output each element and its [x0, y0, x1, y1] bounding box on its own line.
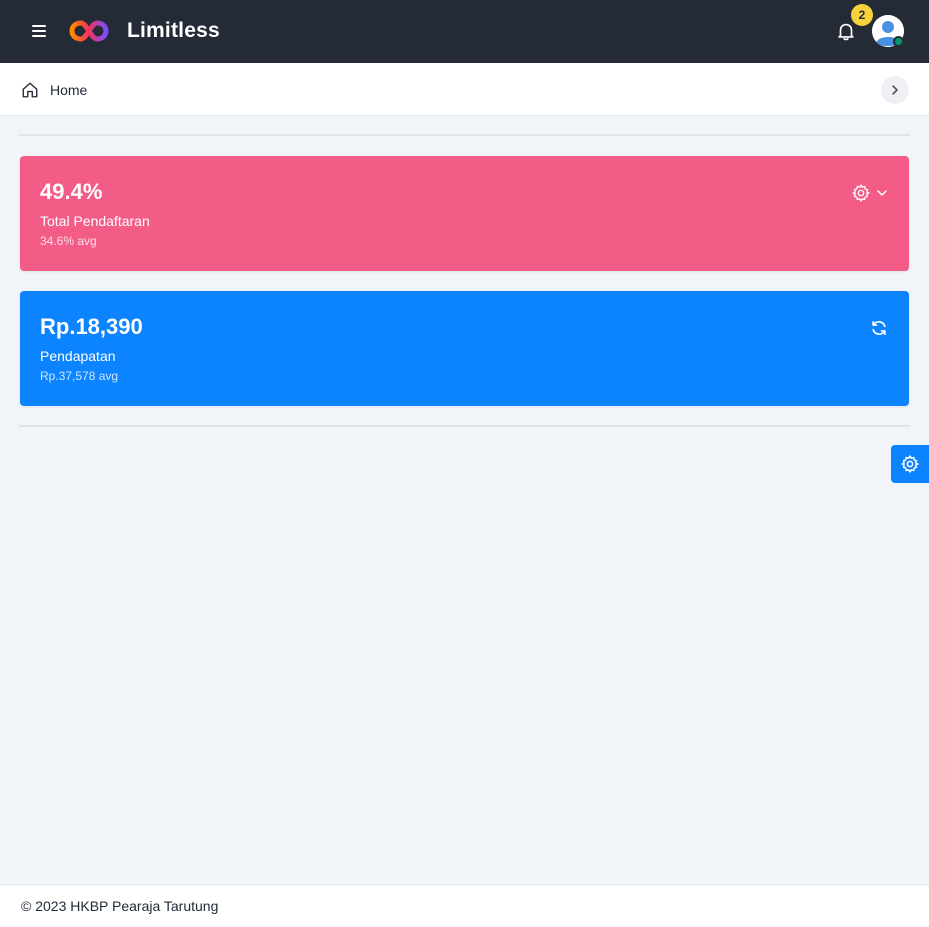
chevron-down-icon[interactable]	[876, 187, 888, 199]
page-footer: © 2023 HKBP Pearaja Tarutung	[0, 884, 929, 927]
stat-label: Total Pendaftaran	[40, 213, 150, 229]
brand-name: Limitless	[127, 19, 220, 42]
menu-icon[interactable]	[30, 22, 50, 40]
home-icon	[22, 82, 38, 98]
stat-card-revenue: Rp.18,390 Pendapatan Rp.37,578 avg	[20, 291, 909, 406]
breadcrumb-next-button[interactable]	[881, 76, 909, 104]
copyright-text: © 2023 HKBP Pearaja Tarutung	[21, 898, 219, 914]
infinity-logo[interactable]	[69, 19, 109, 43]
gear-icon[interactable]	[851, 183, 871, 203]
content-divider-top	[19, 134, 910, 136]
notification-badge: 2	[851, 4, 873, 26]
refresh-icon[interactable]	[869, 318, 889, 338]
top-navbar: Limitless 2	[0, 0, 929, 63]
stat-value: Rp.18,390	[40, 314, 143, 339]
stat-label: Pendapatan	[40, 348, 116, 364]
theme-settings-button[interactable]	[891, 445, 929, 483]
breadcrumb-home-link[interactable]: Home	[50, 82, 87, 98]
content-divider-bottom	[19, 425, 910, 427]
stat-card-registration: 49.4% Total Pendaftaran 34.6% avg	[20, 156, 909, 271]
stat-average: Rp.37,578 avg	[40, 369, 119, 383]
chevron-right-icon	[892, 85, 898, 95]
bell-icon[interactable]	[835, 20, 857, 42]
gear-icon	[901, 455, 919, 473]
stat-value: 49.4%	[40, 179, 103, 204]
stat-average: 34.6% avg	[40, 234, 97, 248]
breadcrumb: Home	[0, 63, 929, 116]
online-status-dot	[893, 36, 904, 47]
